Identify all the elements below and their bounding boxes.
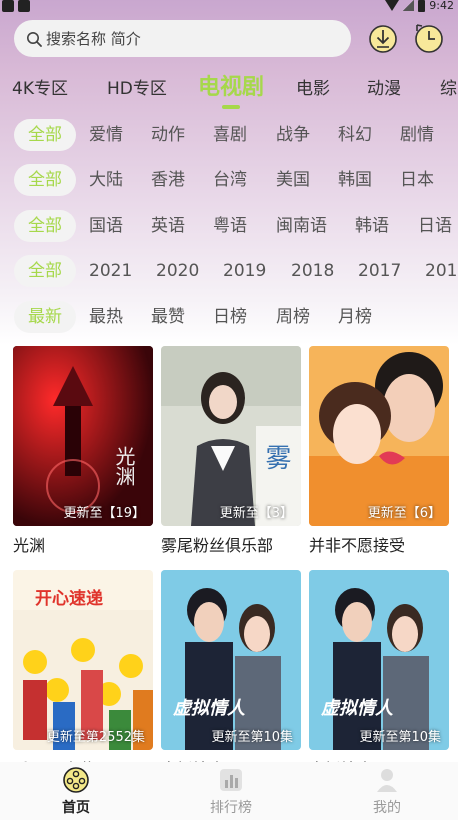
poster-image: 开心速递 更新至第2552集	[13, 570, 153, 750]
poster-title: 雾	[261, 444, 291, 470]
filter-chip[interactable]: 2016	[425, 255, 458, 287]
filter-chip[interactable]: 美国	[276, 164, 310, 196]
filter-row-genre: 全部 爱情 动作 喜剧 战争 科幻 剧情	[0, 119, 458, 153]
update-badge: 更新至【19】	[63, 506, 145, 521]
wifi-icon	[385, 0, 400, 11]
filter-row-region: 全部 大陆 香港 台湾 美国 韩国 日本	[0, 164, 458, 198]
filter-chip[interactable]: 全部	[14, 210, 76, 242]
filter-chip[interactable]: 闽南语	[276, 210, 327, 242]
tab-movie[interactable]: 电影	[296, 74, 330, 99]
poster-image: 雾 更新至【3】	[161, 346, 301, 526]
filter-row-year: 全部 2021 2020 2019 2018 2017 2016	[0, 255, 458, 289]
filter-chip[interactable]: 全部	[14, 255, 76, 287]
filter-chip[interactable]: 日语	[418, 210, 452, 242]
filter-chip[interactable]: 剧情	[400, 119, 434, 151]
poster-title: 光渊	[112, 446, 136, 486]
filter-chip[interactable]: 动作	[151, 119, 185, 151]
filter-chip[interactable]: 台湾	[213, 164, 247, 196]
nav-profile[interactable]: 我的	[347, 766, 427, 817]
bottom-navigation: 首页 排行榜 我的	[0, 762, 458, 820]
filter-row-language: 全部 国语 英语 粤语 闽南语 韩语 日语	[0, 210, 458, 244]
filter-chip[interactable]: 爱情	[89, 119, 123, 151]
status-bar: 9:42	[0, 0, 458, 14]
tab-anime[interactable]: 动漫	[367, 74, 401, 99]
poster-title: 虚拟情人	[321, 698, 393, 719]
filter-chip[interactable]: 国语	[89, 210, 123, 242]
nav-label: 我的	[373, 800, 401, 816]
filter-chip[interactable]: 韩国	[338, 164, 372, 196]
chart-icon	[220, 769, 242, 791]
update-badge: 更新至第10集	[359, 730, 441, 745]
poster-image: 虚拟情人 更新至第10集	[309, 570, 449, 750]
show-card[interactable]: 虚拟情人 更新至第10集 虚拟情人	[309, 570, 449, 778]
poster-image: 光渊 更新至【19】	[13, 346, 153, 526]
filter-chip[interactable]: 最新	[14, 301, 76, 333]
search-bar[interactable]: 搜索名称 简介	[14, 20, 351, 57]
battery-icon	[418, 0, 426, 12]
tab-variety[interactable]: 综	[440, 74, 457, 99]
download-icon[interactable]	[368, 22, 398, 54]
status-time: 9:42	[429, 0, 454, 12]
update-badge: 更新至第2552集	[46, 730, 145, 745]
filter-chip[interactable]: 2020	[156, 255, 199, 287]
status-app-icon	[2, 0, 14, 12]
tab-hd[interactable]: HD专区	[107, 74, 167, 99]
user-icon	[377, 769, 397, 792]
filter-chip[interactable]: 日榜	[213, 301, 247, 333]
show-title: 并非不愿接受	[309, 536, 406, 554]
filter-chip[interactable]: 喜剧	[213, 119, 247, 151]
filter-row-sort: 最新 最热 最赞 日榜 周榜 月榜	[0, 301, 458, 335]
show-title: 雾尾粉丝俱乐部	[161, 536, 274, 554]
filter-chip[interactable]: 月榜	[338, 301, 372, 333]
filter-chip[interactable]: 2017	[358, 255, 401, 287]
filter-chip[interactable]: 日本	[400, 164, 434, 196]
filter-chip[interactable]: 2019	[223, 255, 266, 287]
history-icon[interactable]	[414, 22, 444, 54]
update-badge: 更新至【3】	[219, 506, 293, 521]
tab-4k[interactable]: 4K专区	[12, 74, 68, 99]
nav-ranking[interactable]: 排行榜	[191, 766, 271, 817]
nav-label: 排行榜	[210, 800, 252, 816]
filter-chip[interactable]: 全部	[14, 164, 76, 196]
filter-chip[interactable]: 2018	[291, 255, 334, 287]
filter-chip[interactable]: 周榜	[276, 301, 310, 333]
filter-chip[interactable]: 粤语	[213, 210, 247, 242]
poster-title: 虚拟情人	[173, 698, 245, 719]
filter-chip[interactable]: 科幻	[338, 119, 372, 151]
show-card[interactable]: 光渊 更新至【19】 光渊	[13, 346, 153, 554]
active-tab-indicator	[222, 105, 240, 109]
filter-chip[interactable]: 战争	[276, 119, 310, 151]
show-card[interactable]: 更新至【6】 并非不愿接受	[309, 346, 449, 554]
search-icon	[27, 31, 42, 47]
nav-home[interactable]: 首页	[36, 766, 116, 817]
tab-tv-series[interactable]: 电视剧	[198, 69, 264, 101]
film-reel-icon	[63, 767, 89, 793]
filter-chip[interactable]: 英语	[151, 210, 185, 242]
nav-label: 首页	[62, 800, 90, 816]
filter-chip[interactable]: 最赞	[151, 301, 185, 333]
poster-title: 开心速递	[35, 589, 103, 609]
show-card[interactable]: 雾 更新至【3】 雾尾粉丝俱乐部	[161, 346, 301, 554]
filter-chip[interactable]: 韩语	[355, 210, 389, 242]
filter-chip[interactable]: 全部	[14, 119, 76, 151]
filter-chip[interactable]: 2021	[89, 255, 132, 287]
filter-chip[interactable]: 香港	[151, 164, 185, 196]
update-badge: 更新至第10集	[211, 730, 293, 745]
show-card[interactable]: 开心速递 更新至第2552集 看开心速递	[13, 570, 153, 778]
show-title: 光渊	[13, 536, 46, 554]
category-tabs: 4K专区 HD专区 电视剧 电影 动漫 综	[0, 70, 458, 110]
search-placeholder: 搜索名称 简介	[46, 30, 141, 48]
signal-icon	[403, 0, 415, 11]
show-card[interactable]: 虚拟情人 更新至第10集 虚拟情人	[161, 570, 301, 778]
filter-chip[interactable]: 大陆	[89, 164, 123, 196]
update-badge: 更新至【6】	[367, 506, 441, 521]
filter-chip[interactable]: 最热	[89, 301, 123, 333]
poster-image: 虚拟情人 更新至第10集	[161, 570, 301, 750]
poster-image: 更新至【6】	[309, 346, 449, 526]
status-app-icon	[18, 0, 30, 12]
